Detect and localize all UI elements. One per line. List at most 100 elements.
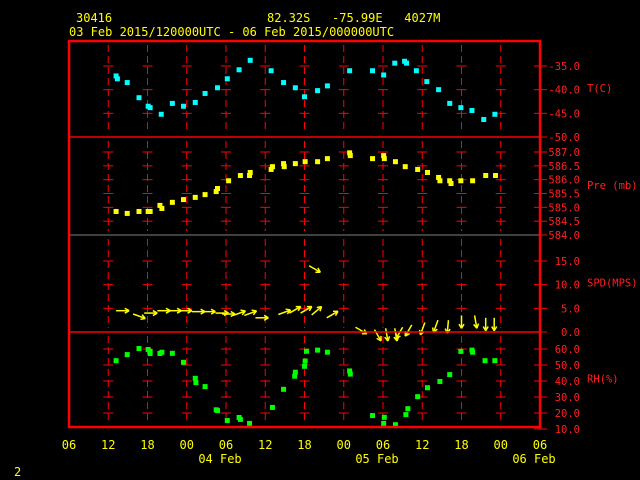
- wind-arrow: [300, 305, 313, 314]
- rh-point: [281, 386, 287, 392]
- temperature-point: [404, 60, 410, 66]
- y-tick-label: 584.0: [548, 230, 580, 242]
- wind-arrow: [431, 319, 439, 333]
- rh-point: [482, 358, 488, 364]
- temperature-point: [347, 68, 353, 74]
- temperature-point: [424, 79, 430, 85]
- temperature-point: [169, 100, 175, 106]
- wind-arrow: [144, 309, 158, 317]
- rh-point: [303, 348, 309, 354]
- rh-point: [169, 350, 175, 356]
- rh-point: [113, 358, 119, 364]
- rh-point: [424, 385, 430, 391]
- time-range: 03 Feb 2015/120000UTC - 06 Feb 2015/0000…: [69, 25, 394, 39]
- temperature-point: [147, 105, 153, 111]
- temperature-point: [214, 85, 220, 91]
- wind-arrow: [311, 305, 323, 316]
- pressure-point: [437, 178, 443, 184]
- pressure-point: [493, 173, 499, 179]
- wind-arrow-head: [140, 317, 146, 321]
- wind-arrow: [202, 308, 216, 315]
- pressure-panel: 587.0 586.5 586.0 585.5585.0 584.5 584.0 Pre (…: [103, 141, 638, 242]
- x-tick-label: 12: [101, 438, 115, 452]
- rh-point: [492, 358, 498, 364]
- temperature-point: [180, 103, 186, 109]
- rh-point: [370, 413, 376, 419]
- temperature-point: [236, 67, 242, 73]
- x-tick-label: 18: [140, 438, 154, 452]
- station-id: 30416: [76, 11, 112, 25]
- wind-arrow: [418, 322, 426, 336]
- wind-arrow: [404, 324, 413, 337]
- wind-arrow: [255, 314, 269, 321]
- y-tick-label: 584.5: [548, 216, 580, 228]
- rh-point: [405, 406, 411, 412]
- temperature-point: [492, 111, 498, 117]
- x-tick-label: 06: [376, 438, 390, 452]
- temperature-point: [392, 60, 398, 66]
- rh-point: [470, 349, 476, 355]
- pressure-point: [124, 210, 130, 216]
- temperature-point: [481, 116, 487, 122]
- temperature-point: [192, 99, 198, 105]
- y-tick-label: 50.0: [555, 360, 580, 372]
- x-tick-label: 06: [62, 438, 76, 452]
- temperature-point: [114, 76, 120, 82]
- x-tick-label: 12: [415, 438, 429, 452]
- temperature-point: [315, 88, 321, 94]
- pressure-point: [315, 159, 321, 165]
- wind-arrow: [157, 307, 171, 314]
- temperature-point: [292, 85, 298, 91]
- temperature-point: [224, 76, 230, 82]
- rh-point: [193, 380, 199, 386]
- rh-point: [180, 359, 186, 365]
- rh-point: [302, 358, 308, 364]
- temperature-point: [202, 90, 208, 96]
- rh-point: [202, 384, 208, 390]
- wind-panel: 15.0 10.0 5.0 0.0 SPD(MPS): [103, 239, 638, 342]
- pressure-point: [202, 192, 208, 198]
- temperature-point: [268, 68, 274, 74]
- pressure-point: [169, 199, 175, 205]
- x-tick-label: 00: [337, 438, 351, 452]
- x-date-label: 05 Feb: [355, 452, 398, 466]
- y-tick-label: 5.0: [561, 303, 580, 315]
- y-tick-label: -50.0: [548, 132, 580, 144]
- wind-arrow: [482, 317, 489, 332]
- y-axis-label: RH(%): [587, 374, 619, 386]
- temperature-point: [458, 105, 464, 111]
- meteogram: 30416 82.32S -75.99E 4027M 03 Feb 2015/1…: [14, 11, 638, 479]
- pressure-point: [324, 156, 330, 162]
- temperature-point: [124, 80, 130, 86]
- x-tick-label: 06: [533, 438, 547, 452]
- rh-point: [136, 346, 142, 352]
- y-tick-label: 585.0: [548, 202, 580, 214]
- wind-arrow: [395, 326, 404, 340]
- wind-arrow: [384, 328, 391, 342]
- temperature-point: [158, 111, 164, 117]
- rh-point: [224, 418, 230, 424]
- rh-point: [159, 349, 165, 355]
- wind-arrow: [232, 309, 246, 317]
- y-tick-label: 15.0: [555, 256, 580, 268]
- y-tick-label: 40.0: [555, 376, 580, 388]
- pressure-point: [292, 161, 298, 167]
- pressure-point: [226, 178, 232, 184]
- pressure-point: [483, 173, 489, 179]
- station-location: 82.32S -75.99E 4027M: [267, 11, 440, 25]
- pressure-point: [415, 166, 421, 172]
- y-tick-label: 20.0: [555, 408, 580, 420]
- wind-arrow: [326, 310, 339, 319]
- temperature-panel: -35.0 -40.0 -45.0 -50.0 T(C): [103, 45, 612, 144]
- temperature-point: [381, 72, 387, 78]
- pressure-point: [424, 169, 430, 175]
- rh-point: [302, 363, 307, 369]
- y-tick-label: -45.0: [548, 108, 580, 120]
- temperature-point: [413, 68, 419, 74]
- pressure-point: [147, 208, 153, 214]
- rh-point: [237, 416, 243, 422]
- wind-arrow: [355, 326, 368, 335]
- rh-point: [192, 375, 198, 381]
- wind-arrow: [116, 307, 130, 314]
- pressure-point: [237, 173, 243, 179]
